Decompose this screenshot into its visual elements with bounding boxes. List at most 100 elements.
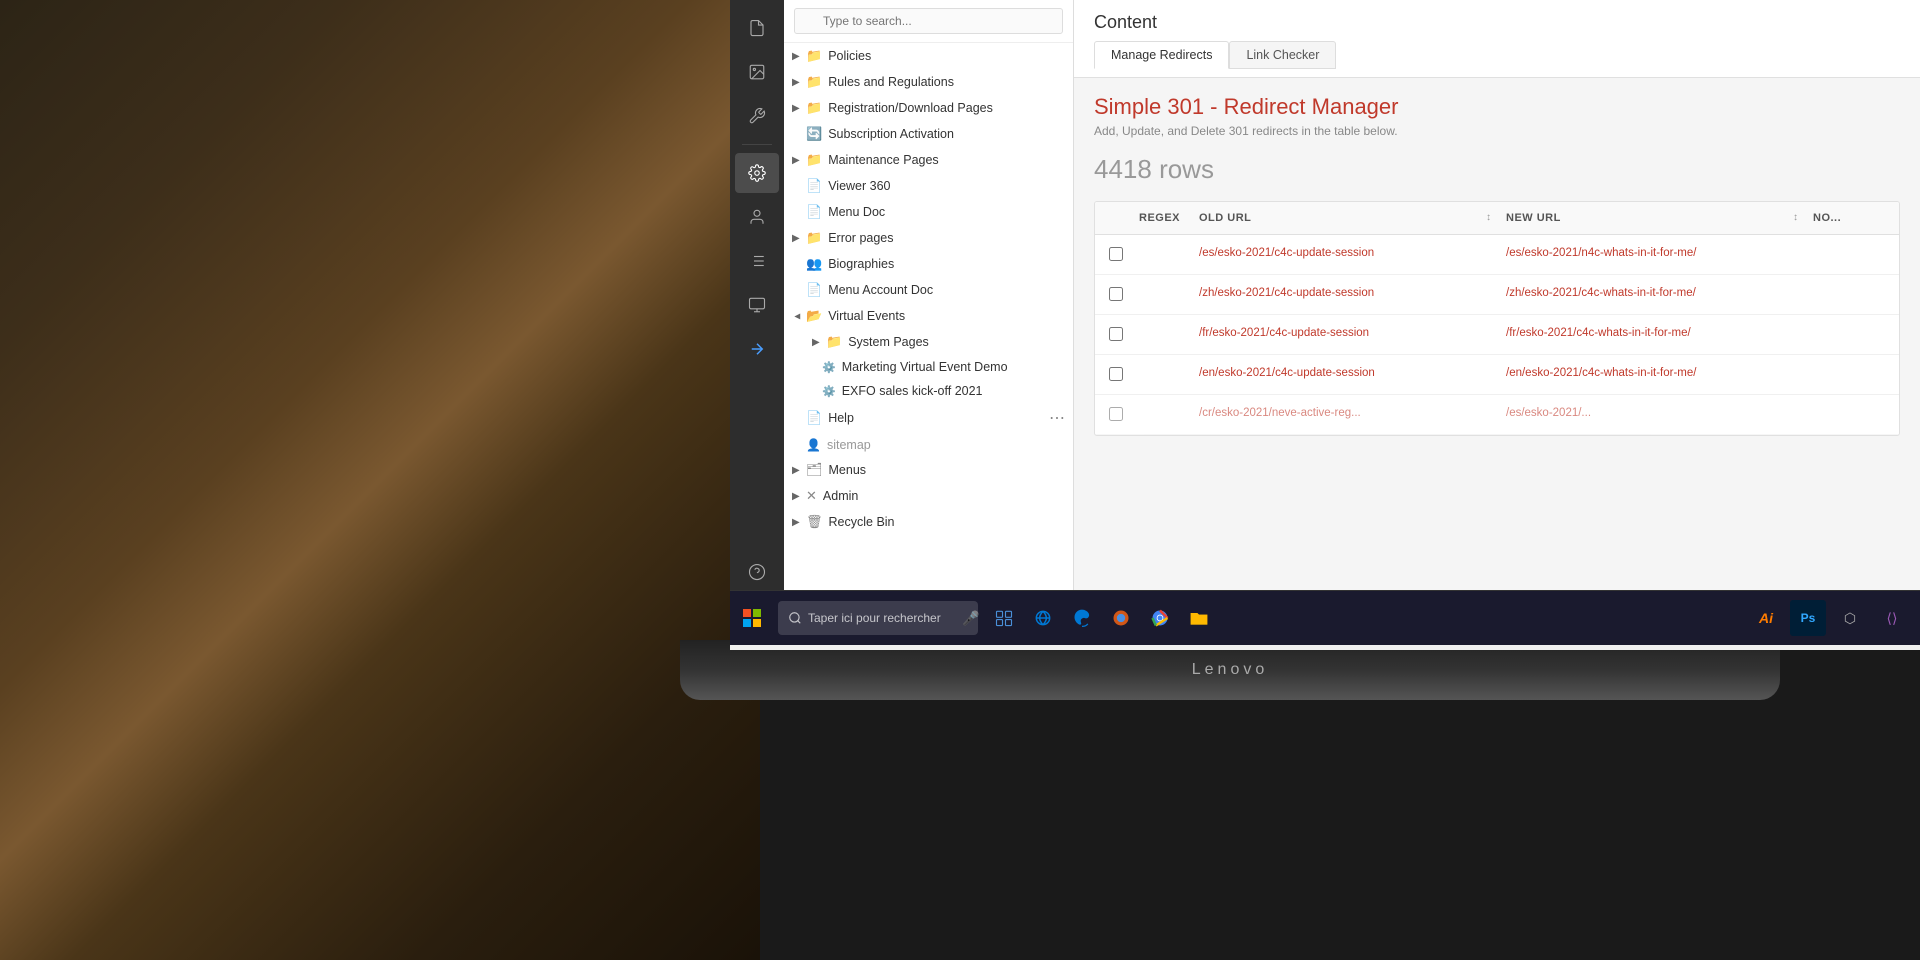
taskview-button[interactable] <box>986 600 1022 636</box>
admin-arrow: ▶ <box>792 491 802 502</box>
sidebar-icon-monitor[interactable] <box>735 285 779 325</box>
taskbar-edge-icon[interactable] <box>1064 600 1100 636</box>
exfo-label: EXFO sales kick-off 2021 <box>842 384 983 398</box>
content-body: Simple 301 - Redirect Manager Add, Updat… <box>1074 78 1920 600</box>
tree-item-menuaccount[interactable]: ▶ 📄 Menu Account Doc <box>784 277 1073 303</box>
col-sort2[interactable]: ↕ <box>1789 210 1809 226</box>
maintenance-label: Maintenance Pages <box>828 153 939 167</box>
sidebar-icon-wrench[interactable] <box>735 96 779 136</box>
row1-notes <box>1809 243 1889 247</box>
col-checkbox <box>1105 210 1135 226</box>
menudoc-label: Menu Doc <box>828 205 885 219</box>
taskbar-search-bar[interactable]: 🎤 <box>778 601 978 635</box>
row1-checkbox-cell <box>1105 243 1135 266</box>
search-input[interactable] <box>794 8 1063 34</box>
menus-sitemap-icon: 🗂 <box>806 462 823 478</box>
row2-checkbox[interactable] <box>1109 287 1123 301</box>
row1-new-url: /es/esko-2021/n4c-whats-in-it-for-me/ <box>1502 243 1789 263</box>
row3-checkbox[interactable] <box>1109 327 1123 341</box>
row5-sort2 <box>1789 403 1809 407</box>
sidebar-icon-document[interactable] <box>735 8 779 48</box>
recycle-arrow: ▶ <box>792 517 802 528</box>
row4-checkbox[interactable] <box>1109 367 1123 381</box>
taskbar-ps-icon[interactable]: Ps <box>1790 600 1826 636</box>
taskbar-extra1-icon[interactable]: ⬡ <box>1832 600 1868 636</box>
help-dots-menu[interactable]: ⋯ <box>1049 408 1065 428</box>
row2-notes <box>1809 283 1889 287</box>
systempages-arrow: ▶ <box>812 337 822 348</box>
registration-folder-icon: 📁 <box>806 100 822 116</box>
tree-item-sitemap[interactable]: ▶ 👤 sitemap <box>784 433 1073 457</box>
tree-item-error[interactable]: ▶ 📁 Error pages <box>784 225 1073 251</box>
tab-link-checker[interactable]: Link Checker <box>1229 41 1336 69</box>
biographies-label: Biographies <box>828 257 894 271</box>
table-header: REGEX OLD URL ↕ NEW URL ↕ NO... <box>1095 202 1899 235</box>
taskbar-mic-icon[interactable]: 🎤 <box>962 610 979 627</box>
rows-count: 4418 rows <box>1094 154 1900 185</box>
taskbar-firefox-icon[interactable] <box>1103 600 1139 636</box>
tree-item-subscription[interactable]: ▶ 🔄 Subscription Activation <box>784 121 1073 147</box>
policies-arrow: ▶ <box>792 51 802 62</box>
row2-sort <box>1482 283 1502 287</box>
viewer360-label: Viewer 360 <box>828 179 890 193</box>
sidebar-icon-person[interactable] <box>735 197 779 237</box>
tree-item-virtualevents[interactable]: ▼ 📂 Virtual Events <box>784 303 1073 329</box>
col-sort1[interactable]: ↕ <box>1482 210 1502 226</box>
tree-item-rules[interactable]: ▶ 📁 Rules and Regulations <box>784 69 1073 95</box>
tree-item-biographies[interactable]: ▶ 👥 Biographies <box>784 251 1073 277</box>
tree-item-registration[interactable]: ▶ 📁 Registration/Download Pages <box>784 95 1073 121</box>
tree-item-exfo[interactable]: ▶ ⚙️ EXFO sales kick-off 2021 <box>784 379 1073 403</box>
sidebar-icon-arrow[interactable] <box>735 329 779 369</box>
taskbar-system-icons: Ai Ps ⬡ ⟨⟩ <box>1748 600 1920 636</box>
menus-label: Menus <box>829 463 867 477</box>
row5-sort <box>1482 403 1502 407</box>
tree-item-menudoc[interactable]: ▶ 📄 Menu Doc <box>784 199 1073 225</box>
tree-item-help[interactable]: ▶ 📄 Help ⋯ <box>784 403 1073 433</box>
sidebar-icon-gear[interactable] <box>735 153 779 193</box>
tree-item-marketing[interactable]: ▶ ⚙️ Marketing Virtual Event Demo <box>784 355 1073 379</box>
content-header: Content Manage Redirects Link Checker <box>1074 0 1920 78</box>
taskbar-ai-icon[interactable]: Ai <box>1748 600 1784 636</box>
taskbar-extra2-icon[interactable]: ⟨⟩ <box>1874 600 1910 636</box>
taskbar-chrome-icon[interactable] <box>1142 600 1178 636</box>
tree-content: ▶ 📁 Policies ▶ 📁 Rules and Regulations ▶… <box>784 43 1073 600</box>
row1-regex <box>1135 243 1195 247</box>
row1-old-url: /es/esko-2021/c4c-update-session <box>1195 243 1482 263</box>
tab-manage-redirects[interactable]: Manage Redirects <box>1094 41 1229 69</box>
taskbar-ie-icon[interactable] <box>1025 600 1061 636</box>
tree-item-menus[interactable]: ▶ 🗂 Menus <box>784 457 1073 483</box>
row3-old-url: /fr/esko-2021/c4c-update-session <box>1195 323 1482 343</box>
taskbar-explorer-icon[interactable] <box>1181 600 1217 636</box>
marketing-icon: ⚙️ <box>822 361 836 374</box>
sidebar-icon-image[interactable] <box>735 52 779 92</box>
row1-sort <box>1482 243 1502 247</box>
icon-sidebar <box>730 0 784 600</box>
row5-notes <box>1809 403 1889 407</box>
tree-item-viewer360[interactable]: ▶ 📄 Viewer 360 <box>784 173 1073 199</box>
tree-item-systempages[interactable]: ▶ 📁 System Pages <box>784 329 1073 355</box>
subscription-icon: 🔄 <box>806 126 822 142</box>
row5-checkbox[interactable] <box>1109 407 1123 421</box>
row1-sort2 <box>1789 243 1809 247</box>
row3-regex <box>1135 323 1195 327</box>
start-button[interactable] <box>730 591 774 646</box>
table-row: /zh/esko-2021/c4c-update-session /zh/esk… <box>1095 275 1899 315</box>
row3-sort2 <box>1789 323 1809 327</box>
laptop-screen: 🔍 ▶ 📁 Policies ▶ 📁 Rules and Regulations <box>730 0 1920 650</box>
sidebar-icon-list[interactable] <box>735 241 779 281</box>
row1-checkbox[interactable] <box>1109 247 1123 261</box>
tree-item-maintenance[interactable]: ▶ 📁 Maintenance Pages <box>784 147 1073 173</box>
sidebar-icon-help[interactable] <box>735 552 779 592</box>
row4-sort2 <box>1789 363 1809 367</box>
row5-regex <box>1135 403 1195 407</box>
tree-item-recycle[interactable]: ▶ 🗑 Recycle Bin <box>784 509 1073 535</box>
registration-arrow: ▶ <box>792 103 802 114</box>
tree-item-policies[interactable]: ▶ 📁 Policies <box>784 43 1073 69</box>
error-label: Error pages <box>828 231 893 245</box>
tree-panel: 🔍 ▶ 📁 Policies ▶ 📁 Rules and Regulations <box>784 0 1074 600</box>
tree-item-admin[interactable]: ▶ ✕ Admin <box>784 483 1073 509</box>
taskbar-search-input[interactable] <box>808 611 958 625</box>
row5-old-url: /cr/esko-2021/neve-active-reg... <box>1195 403 1482 423</box>
sitemap-person-icon: 👤 <box>806 438 821 452</box>
row3-sort <box>1482 323 1502 327</box>
